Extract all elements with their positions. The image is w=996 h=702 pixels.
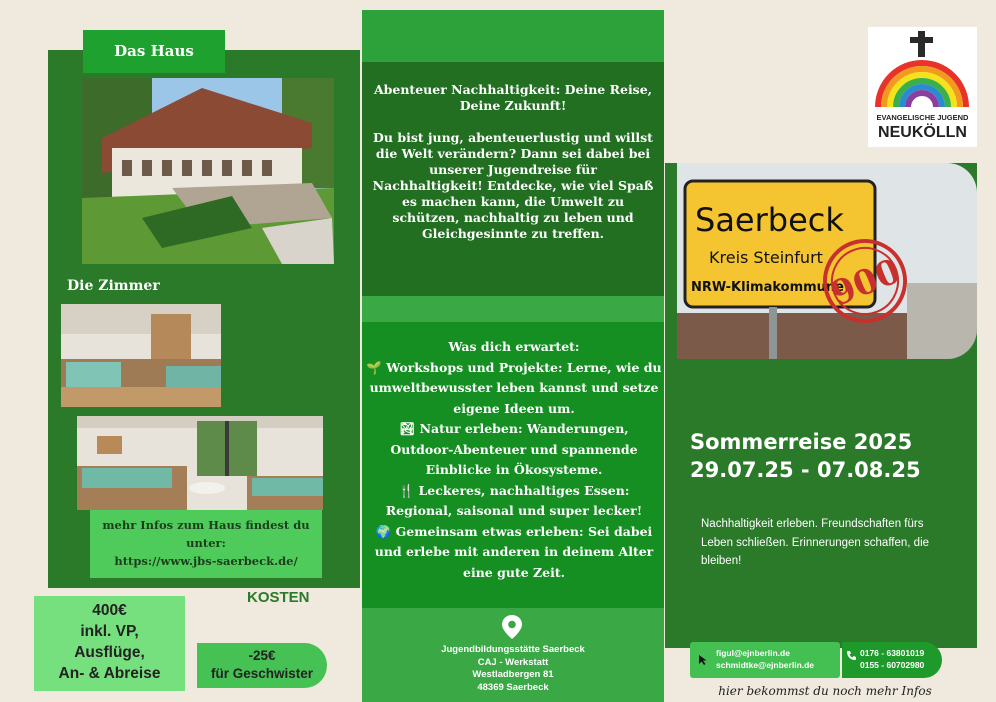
price-box: 400€ inkl. VP, Ausflüge, An- & Abreise [34, 596, 185, 691]
sign-district: Kreis Steinfurt [709, 248, 823, 267]
expectations-block: Was dich erwartet: 🌱 Workshops und Proje… [366, 337, 662, 583]
town-sign-photo: Saerbeck Kreis Steinfurt NRW-Klimakommun… [677, 163, 977, 359]
price-detail: An- & Abreise [58, 665, 161, 682]
middle-divider-band [362, 296, 664, 322]
costs-heading: KOSTEN [247, 589, 310, 606]
expect-item-nature: 🏞 Natur erleben: Wanderungen, Outdoor-Ab… [390, 421, 638, 477]
middle-top-band [362, 10, 664, 62]
location-pin-icon [500, 614, 524, 640]
intro-title: Abenteuer Nachhaltigkeit: Deine Reise, D… [373, 82, 653, 113]
more-infos-caption: hier bekommst du noch mehr Infos [718, 684, 932, 698]
price-detail: Ausflüge, [74, 644, 145, 661]
house-photo [82, 78, 334, 264]
phone-icon [847, 651, 856, 660]
more-info-box: mehr Infos zum Haus findest du unter: ht… [90, 510, 322, 578]
sibling-discount-box: -25€ für Geschwister [197, 643, 327, 688]
expect-item-food: 🍴 Leckeres, nachhaltiges Essen: Regional… [385, 482, 643, 519]
address-block: Jugendbildungsstätte Saerbeck CAJ - Werk… [372, 644, 654, 694]
expect-title: Was dich erwartet: [448, 339, 580, 354]
landscape-icon: 🏞 [399, 421, 416, 436]
house-heading: Das Haus [83, 30, 225, 73]
trip-tagline: Nachhaltigkeit erleben. Freundschaften f… [701, 518, 930, 567]
phone-number[interactable]: 0155 - 60702980 [860, 659, 924, 671]
svg-text:EVANGELISCHE JUGEND: EVANGELISCHE JUGEND [877, 113, 970, 122]
intro-text-block: Abenteuer Nachhaltigkeit: Deine Reise, D… [372, 82, 654, 242]
svg-text:NEUKÖLLN: NEUKÖLLN [878, 122, 967, 141]
discount-amount: -25€ [248, 648, 276, 663]
room-photo-1 [61, 304, 221, 407]
room-photo-2 [77, 416, 323, 510]
price-detail: inkl. VP, [80, 623, 139, 640]
email-address[interactable]: schmidtke@ejnberlin.de [716, 659, 814, 671]
globe-icon: 🌍 [375, 523, 392, 539]
seedling-icon: 🌱 [366, 359, 382, 375]
more-info-text: mehr Infos zum Haus findest du unter: [102, 518, 310, 550]
website-link[interactable]: https://www.jbs-saerbeck.de/ [90, 552, 322, 570]
cutlery-icon: 🍴 [398, 482, 415, 498]
email-contact-box[interactable]: figul@ejnberlin.de schmidtke@ejnberlin.d… [690, 642, 840, 678]
cursor-icon [699, 655, 707, 665]
email-address[interactable]: figul@ejnberlin.de [716, 647, 814, 659]
trip-title: Sommerreise 2025 [690, 430, 913, 454]
expect-item-workshops: 🌱 Workshops und Projekte: Lerne, wie du … [366, 359, 662, 416]
address-line: 48369 Saerbeck [477, 681, 549, 693]
address-line: Jugendbildungsstätte Saerbeck [441, 644, 585, 655]
sign-subtitle: NRW-Klimakommune [691, 280, 844, 295]
sign-town-name: Saerbeck [695, 201, 844, 239]
ej-neukoelln-logo: EVANGELISCHE JUGEND NEUKÖLLN [868, 27, 977, 147]
rooms-heading: Die Zimmer [67, 278, 160, 294]
phone-number[interactable]: 0176 - 63801019 [860, 647, 924, 659]
discount-label: für Geschwister [210, 666, 314, 681]
trip-title-block: Sommerreise 2025 29.07.25 - 07.08.25 [690, 428, 980, 484]
address-line: CAJ - Werkstatt [477, 656, 549, 668]
phone-contact-box[interactable]: 0176 - 63801019 0155 - 60702980 [842, 642, 942, 678]
trip-dates: 29.07.25 - 07.08.25 [690, 458, 921, 482]
expect-item-together: 🌍 Gemeinsam etwas erleben: Sei dabei und… [374, 523, 654, 580]
intro-body: Du bist jung, abenteuerlustig und willst… [372, 130, 654, 241]
price-amount: 400€ [92, 602, 127, 619]
address-line: Westladbergen 81 [472, 669, 554, 680]
